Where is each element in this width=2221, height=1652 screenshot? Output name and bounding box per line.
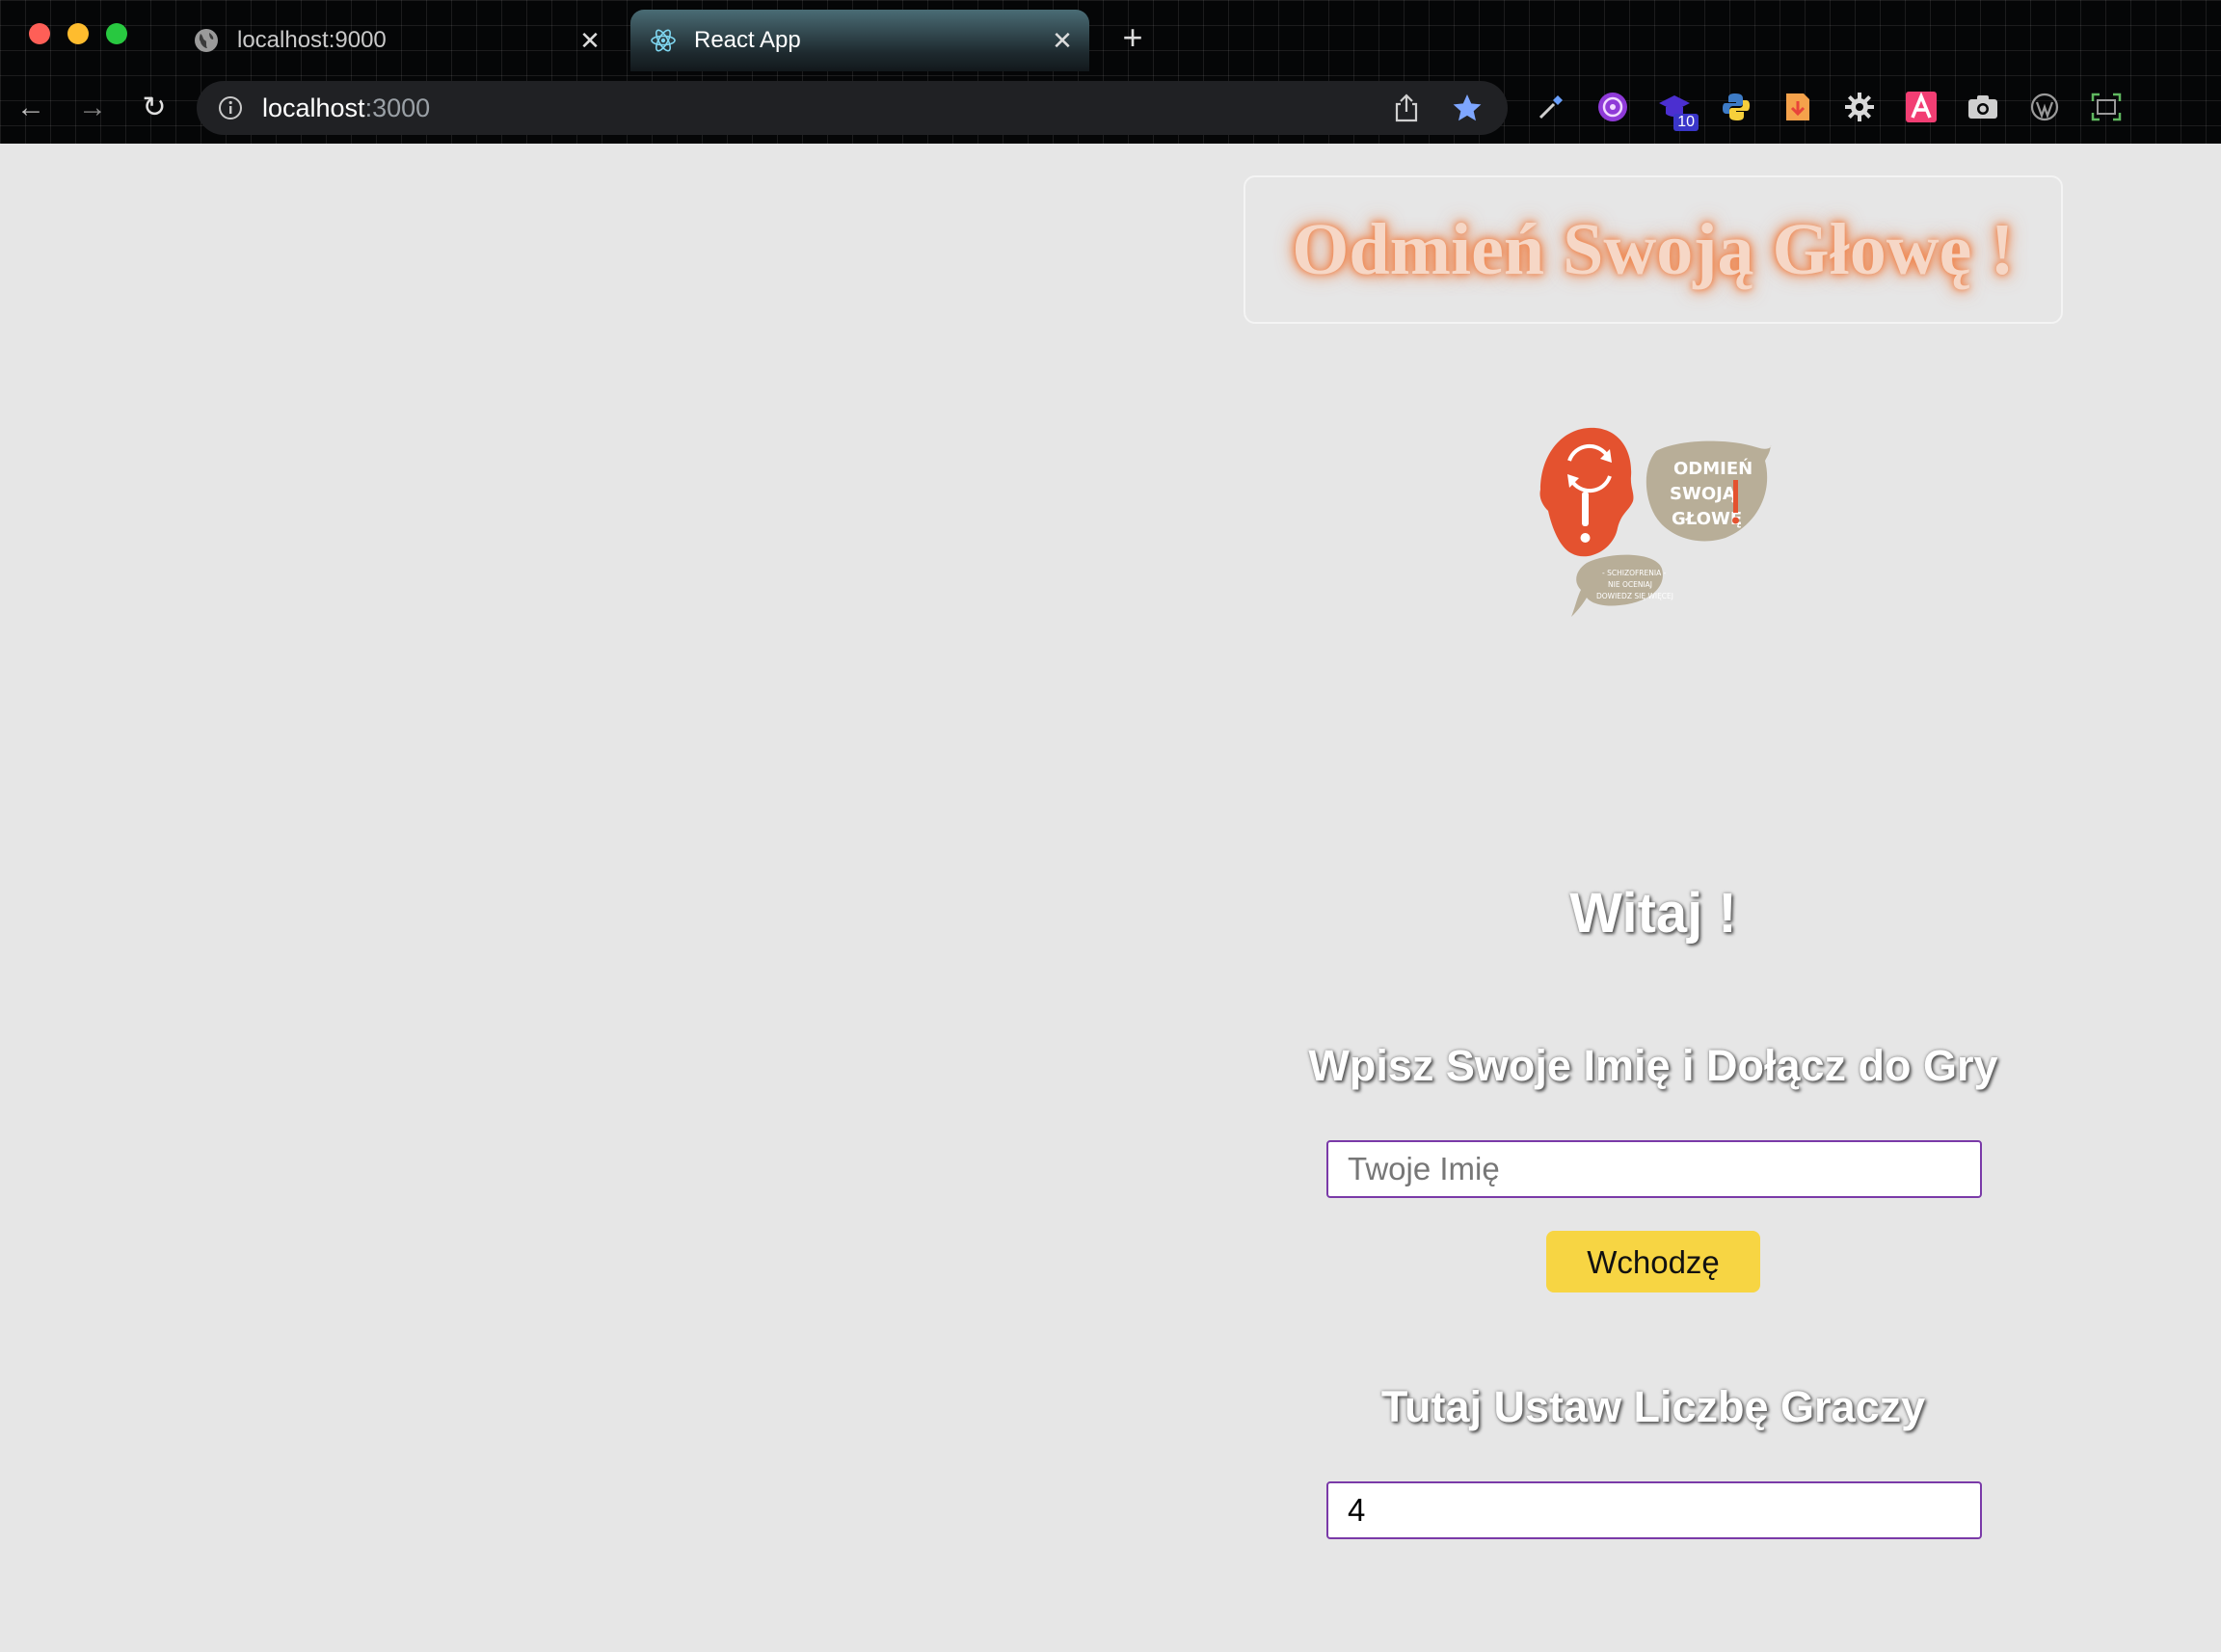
letter-a-icon[interactable]: [1905, 91, 1938, 123]
forward-arrow-icon[interactable]: →: [75, 91, 110, 125]
title-banner: Odmień Swoją Głowę !: [1244, 175, 2063, 324]
players-count-input[interactable]: [1326, 1481, 1982, 1539]
close-window-button[interactable]: [29, 23, 50, 44]
gear-icon[interactable]: [1843, 91, 1876, 123]
screenshot-icon[interactable]: [2090, 91, 2123, 123]
campaign-logo: ODMIEŃ SWOJĄ GŁOWĘ - SCHIZOFRENIA - NIE …: [1533, 418, 1774, 626]
logo-small-line-1: - SCHIZOFRENIA -: [1602, 569, 1667, 577]
logo-bubble-line-1: ODMIEŃ: [1673, 458, 1753, 479]
download-icon[interactable]: [1781, 91, 1814, 123]
back-arrow-icon[interactable]: ←: [13, 91, 48, 125]
graduation-cap-icon[interactable]: 10: [1658, 91, 1699, 131]
welcome-heading: Witaj !: [1569, 882, 1737, 945]
logo-small-line-3: DOWIEDZ SIĘ WIĘCEJ: [1596, 592, 1673, 600]
share-icon[interactable]: [1392, 93, 1421, 123]
python-icon[interactable]: [1720, 91, 1753, 123]
logo-bubble-line-2: SWOJĄ: [1670, 484, 1736, 504]
info-icon[interactable]: [218, 95, 243, 120]
page-title: Odmień Swoją Głowę !: [1292, 208, 2015, 290]
react-icon: [650, 27, 677, 54]
browser-chrome: localhost:9000 ✕ React App ✕ + ← → ↻ loc…: [0, 0, 2221, 144]
globe-icon: [193, 27, 220, 54]
enter-button[interactable]: Wchodzę: [1546, 1231, 1760, 1292]
wordpress-icon[interactable]: [2028, 91, 2061, 123]
name-input[interactable]: [1326, 1140, 1982, 1198]
tab-title: React App: [694, 27, 801, 53]
logo-bubble-line-3: GŁOWĘ: [1672, 509, 1742, 529]
logo-small-line-2: NIE OCENIAJ: [1608, 580, 1652, 589]
tab-react-app[interactable]: React App ✕: [630, 10, 1089, 71]
camera-icon[interactable]: [1967, 91, 1999, 123]
url-text: localhost:3000: [262, 93, 431, 122]
purple-circle-icon[interactable]: [1596, 91, 1629, 123]
extension-badge: 10: [1673, 114, 1699, 131]
new-tab-button[interactable]: +: [1118, 20, 1147, 55]
minimize-window-button[interactable]: [67, 23, 89, 44]
eyedropper-icon[interactable]: [1535, 91, 1567, 123]
address-bar[interactable]: localhost:3000: [197, 81, 1508, 135]
tab-title: localhost:9000: [237, 27, 387, 53]
players-prompt-heading: Tutaj Ustaw Liczbę Graczy: [1380, 1382, 1926, 1431]
close-tab-icon[interactable]: ✕: [576, 27, 603, 54]
name-prompt-heading: Wpisz Swoje Imię i Dołącz do Gry: [1308, 1041, 1998, 1090]
app-page: Odmień Swoją Głowę ! ODMIEŃ SWOJĄ GŁOWĘ …: [0, 144, 2221, 1652]
maximize-window-button[interactable]: [106, 23, 127, 44]
close-tab-icon[interactable]: ✕: [1049, 27, 1076, 54]
tab-localhost-9000[interactable]: localhost:9000 ✕: [174, 10, 617, 71]
bookmark-star-icon[interactable]: [1452, 93, 1483, 123]
reload-icon[interactable]: ↻: [137, 91, 172, 125]
